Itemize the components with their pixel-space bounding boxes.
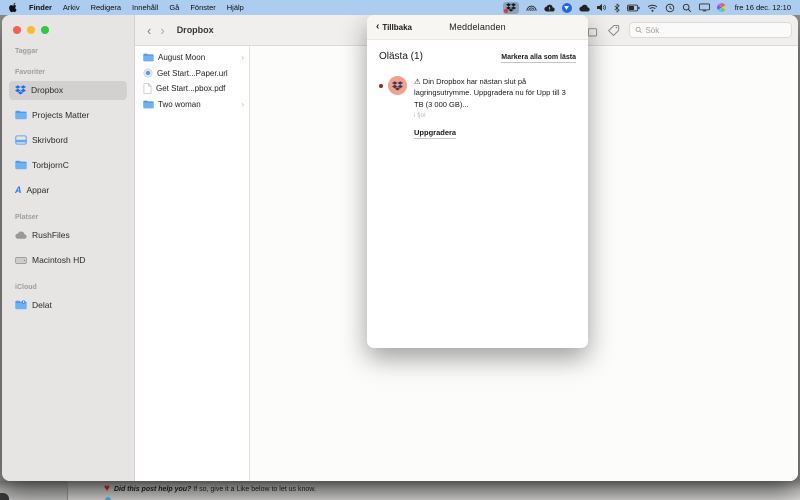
file-name: Get Start...Paper.url: [157, 68, 228, 78]
desktop-icon: [15, 135, 27, 145]
shared-folder-icon: [15, 300, 27, 310]
menu-finder[interactable]: Finder: [29, 3, 52, 12]
sidebar-item-label: Projects Matter: [32, 110, 90, 120]
panel-body: Olästa (1) Markera alla som lästa ⚠ Din …: [367, 40, 588, 140]
unread-dot: [379, 84, 383, 88]
sidebar-item-label: Macintosh HD: [32, 255, 86, 265]
color-wheel-icon[interactable]: [716, 3, 726, 12]
sidebar-item-macintosh-hd[interactable]: Macintosh HD: [9, 251, 127, 270]
menu-fonster[interactable]: Fönster: [190, 3, 215, 12]
file-row-august-moon[interactable]: August Moon ›: [135, 50, 249, 66]
sidebar-item-label: Appar: [26, 185, 50, 195]
menu-clock[interactable]: fre 16 dec. 12:10: [735, 3, 791, 12]
cloud-alert-icon[interactable]: [544, 2, 555, 14]
traffic-lights: [2, 15, 134, 34]
file-column: August Moon › Get Start...Paper.url Get …: [135, 46, 250, 481]
menu-innehall[interactable]: Innehåll: [132, 3, 158, 12]
sidebar-item-appar[interactable]: A Appar: [9, 181, 127, 200]
cloud-icon[interactable]: [579, 2, 590, 14]
bluetooth-icon[interactable]: [614, 2, 620, 14]
menu-arkiv[interactable]: Arkiv: [63, 3, 80, 12]
mark-all-read-link[interactable]: Markera alla som lästa: [501, 54, 576, 63]
sidebar-section-icloud: iCloud: [15, 283, 37, 291]
harddrive-icon: [15, 256, 27, 264]
upgrade-link[interactable]: Uppgradera: [414, 128, 457, 139]
pdf-file-icon: [143, 83, 152, 94]
sidebar-item-label: Delat: [32, 300, 52, 310]
panel-title: Meddelanden: [449, 22, 506, 32]
apps-icon: A: [15, 185, 22, 195]
sidebar-section-taggar: Taggar: [15, 47, 38, 55]
chevron-right-icon: ›: [241, 53, 244, 63]
background-window-sidebar: [0, 481, 68, 500]
file-name: August Moon: [158, 53, 206, 63]
file-row-get-start-paper-url[interactable]: Get Start...Paper.url: [135, 66, 249, 82]
sidebar-item-label: TorbjornC: [32, 160, 69, 170]
dropbox-notifications-panel: Meddelanden ‹ Tillbaka Olästa (1) Marker…: [367, 15, 588, 348]
dropbox-avatar: [388, 76, 407, 95]
volume-icon[interactable]: [596, 2, 607, 14]
back-button[interactable]: ‹: [147, 24, 151, 37]
url-file-icon: [143, 68, 153, 78]
close-button[interactable]: [13, 26, 21, 34]
folder-icon: [143, 53, 154, 62]
sidebar-item-skrivbord[interactable]: Skrivbord: [9, 131, 127, 150]
search-icon: [635, 26, 642, 34]
file-row-get-start-pbox-pdf[interactable]: Get Start...pbox.pdf: [135, 81, 249, 97]
notification-badge: [503, 8, 508, 13]
menu-bar: Finder Arkiv Redigera Innehåll Gå Fönste…: [0, 0, 800, 15]
sidebar-item-label: RushFiles: [32, 230, 70, 240]
sidebar-item-delat[interactable]: Delat: [9, 296, 127, 315]
background-browser-window: ♥ Did this post help you? If so, give it…: [0, 481, 800, 500]
display-icon[interactable]: [698, 2, 710, 14]
tag-icon[interactable]: [607, 24, 620, 37]
apple-icon[interactable]: [9, 2, 18, 14]
notification-timestamp: i fjol: [414, 111, 426, 119]
menu-redigera[interactable]: Redigera: [91, 3, 121, 12]
file-row-two-woman[interactable]: Two woman ›: [135, 97, 249, 113]
search-field[interactable]: [629, 22, 792, 38]
forward-button[interactable]: ›: [160, 24, 164, 37]
sidebar-item-dropbox[interactable]: Dropbox: [9, 80, 127, 100]
folder-icon: [15, 110, 27, 120]
unread-count-label: Olästa (1): [379, 51, 423, 62]
sidebar-item-rushfiles[interactable]: RushFiles: [9, 226, 127, 245]
folder-icon: [143, 100, 154, 109]
wifi-icon[interactable]: [647, 2, 658, 14]
battery-icon[interactable]: [626, 2, 640, 14]
notification-item[interactable]: ⚠ Din Dropbox har nästan slut på lagring…: [379, 76, 576, 140]
dropbox-status-icon[interactable]: [502, 1, 519, 14]
minimize-button[interactable]: [27, 26, 35, 34]
panel-header: Meddelanden ‹ Tillbaka: [367, 15, 588, 40]
window-title: Dropbox: [176, 25, 214, 35]
sidebar-section-favoriter: Favoriter: [15, 68, 45, 76]
dropbox-icon: [15, 85, 26, 95]
file-name: Get Start...pbox.pdf: [156, 84, 226, 94]
menu-hjalp[interactable]: Hjälp: [227, 3, 244, 12]
history-icon[interactable]: [665, 2, 675, 14]
menu-ga[interactable]: Gå: [169, 3, 179, 12]
notification-text: ⚠ Din Dropbox har nästan slut på lagring…: [414, 77, 566, 109]
sidebar-section-platser: Platser: [15, 213, 39, 221]
shield-icon[interactable]: [561, 2, 572, 13]
heart-icon: ♥: [104, 483, 110, 494]
share-icon[interactable]: [587, 24, 598, 37]
sidebar-item-torbjornc[interactable]: TorbjornC: [9, 156, 127, 175]
chevron-right-icon: ›: [241, 99, 244, 109]
file-name: Two woman: [158, 99, 201, 109]
post-help-text: Did this post help you? If so, give it a…: [113, 485, 316, 493]
sidebar-item-label: Skrivbord: [32, 135, 68, 145]
dropbox-icon: [392, 80, 403, 91]
sidebar-item-projects-matter[interactable]: Projects Matter: [9, 106, 127, 125]
folder-icon: [15, 160, 27, 170]
signal-arcs-icon[interactable]: [526, 2, 537, 14]
zoom-button[interactable]: [41, 26, 49, 34]
finder-sidebar: Taggar Favoriter Dropbox Projects Matter…: [2, 15, 135, 481]
cloud-icon: [15, 231, 27, 239]
sidebar-item-label: Dropbox: [31, 85, 64, 95]
spotlight-icon[interactable]: [682, 2, 692, 14]
search-input[interactable]: [645, 25, 786, 35]
